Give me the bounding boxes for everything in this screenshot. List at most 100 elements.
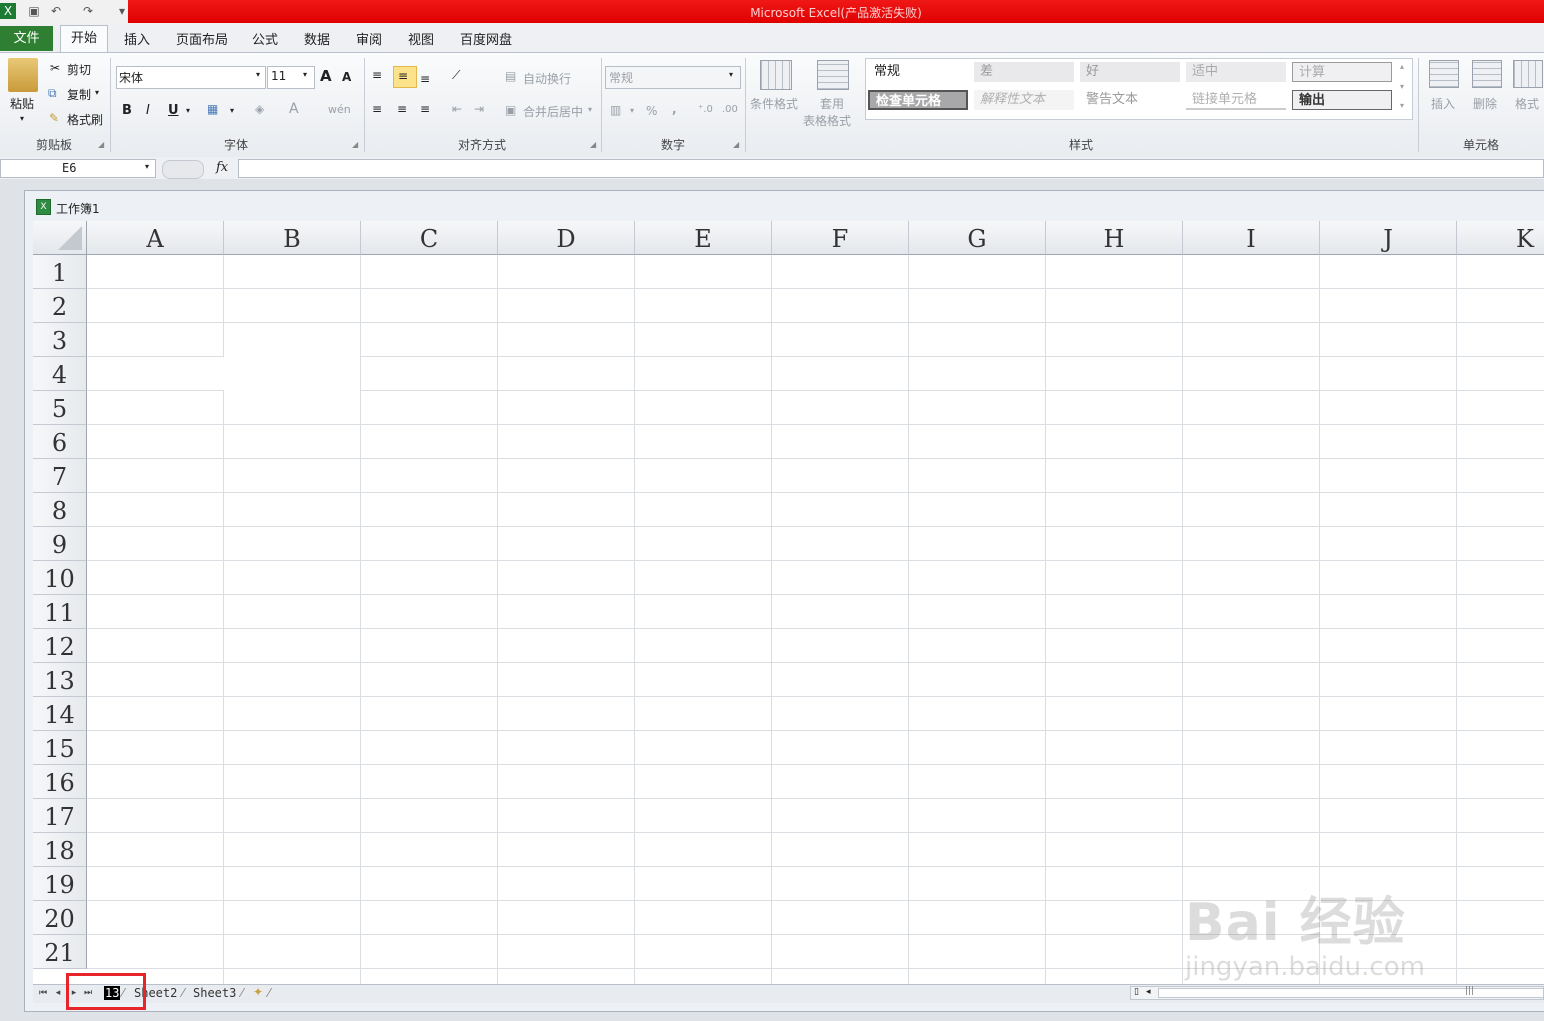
column-header-e[interactable]: E xyxy=(635,221,772,255)
row-header-20[interactable]: 20 xyxy=(33,901,87,935)
underline-dropdown-icon[interactable]: ▾ xyxy=(186,106,190,115)
border-dropdown-icon[interactable]: ▾ xyxy=(230,106,234,115)
sheet-tab-sheet3[interactable]: Sheet3 xyxy=(193,986,236,1000)
column-header-c[interactable]: C xyxy=(361,221,498,255)
wrap-text-icon[interactable]: ▤ xyxy=(505,69,516,83)
worksheet-grid[interactable]: ABCDEFGHIJK 1 2 3 4 5 6 7 8 9 10 11 12 13 14 15 16 17 18 1… xyxy=(33,221,1544,984)
style-check-cell[interactable]: 检查单元格 xyxy=(868,90,968,110)
row-header-10[interactable]: 10 xyxy=(33,561,87,595)
delete-cells-icon[interactable] xyxy=(1472,60,1502,88)
tab-file[interactable]: 文件 xyxy=(0,26,53,51)
tab-view[interactable]: 视图 xyxy=(408,29,434,48)
conditional-format-button[interactable]: 条件格式 xyxy=(750,95,798,112)
border-icon[interactable]: ▦ xyxy=(207,102,218,116)
wrap-text-button[interactable]: 自动换行 xyxy=(523,70,571,87)
font-size-dropdown-icon[interactable]: ▾ xyxy=(303,70,307,79)
tab-data[interactable]: 数据 xyxy=(304,29,330,48)
save-icon[interactable]: ▣ xyxy=(26,3,42,19)
comma-button[interactable]: , xyxy=(672,102,677,116)
insert-function-button[interactable]: fx xyxy=(216,160,228,175)
style-warning-text[interactable]: 警告文本 xyxy=(1080,90,1180,110)
row-header-12[interactable]: 12 xyxy=(33,629,87,663)
bold-button[interactable]: B xyxy=(122,103,132,118)
merge-center-icon[interactable]: ▣ xyxy=(505,103,516,117)
tab-insert[interactable]: 插入 xyxy=(124,29,150,48)
copy-button[interactable]: 复制 xyxy=(67,86,91,103)
align-center-icon[interactable]: ≡ xyxy=(397,102,407,116)
font-name-dropdown-icon[interactable]: ▾ xyxy=(256,70,260,79)
style-linked-cell[interactable]: 链接单元格 xyxy=(1186,90,1286,110)
name-box[interactable] xyxy=(0,159,156,178)
cell-a4[interactable] xyxy=(88,357,224,390)
copy-dropdown-icon[interactable]: ▾ xyxy=(95,88,99,97)
cut-button[interactable]: 剪切 xyxy=(67,61,91,78)
row-header-1[interactable]: 1 xyxy=(33,255,87,289)
underline-button[interactable]: U xyxy=(168,103,179,118)
tab-page-layout[interactable]: 页面布局 xyxy=(176,29,228,48)
column-header-d[interactable]: D xyxy=(498,221,635,255)
column-header-g[interactable]: G xyxy=(909,221,1046,255)
style-neutral[interactable]: 适中 xyxy=(1186,62,1286,82)
accounting-format-icon[interactable]: ▥ xyxy=(610,103,621,117)
format-as-table-label-1[interactable]: 套用 xyxy=(820,95,844,112)
accounting-dropdown-icon[interactable]: ▾ xyxy=(630,106,634,115)
row-header-2[interactable]: 2 xyxy=(33,289,87,323)
merge-center-button[interactable]: 合并后居中 xyxy=(523,103,583,120)
grow-font-button[interactable]: A xyxy=(320,67,332,85)
column-header-b[interactable]: B xyxy=(224,221,361,255)
style-calculation[interactable]: 计算 xyxy=(1292,62,1392,82)
style-explanatory-text[interactable]: 解释性文本 xyxy=(974,90,1074,110)
gallery-scroll-up-icon[interactable]: ▴ xyxy=(1400,62,1404,71)
style-output[interactable]: 输出 xyxy=(1292,90,1392,110)
column-header-h[interactable]: H xyxy=(1046,221,1183,255)
row-header-21[interactable]: 21 xyxy=(33,935,87,969)
decrease-decimal-icon[interactable]: .00 xyxy=(722,104,738,115)
format-painter-button[interactable]: 格式刷 xyxy=(67,111,103,128)
font-color-button[interactable]: A xyxy=(289,101,299,117)
column-header-f[interactable]: F xyxy=(772,221,909,255)
paste-button[interactable]: 粘贴 xyxy=(10,95,34,112)
row-header-5[interactable]: 5 xyxy=(33,391,87,425)
number-format-dropdown-icon[interactable]: ▾ xyxy=(729,70,733,79)
tab-formulas[interactable]: 公式 xyxy=(252,29,278,48)
shrink-font-button[interactable]: A xyxy=(342,70,351,84)
format-painter-icon[interactable]: ✎ xyxy=(49,111,59,125)
align-right-icon[interactable]: ≡ xyxy=(420,102,430,116)
fill-color-icon[interactable]: ◈ xyxy=(255,102,264,116)
row-header-11[interactable]: 11 xyxy=(33,595,87,629)
align-bottom-icon[interactable]: ≡ xyxy=(420,72,430,86)
decrease-indent-icon[interactable]: ⇤ xyxy=(452,102,462,116)
tab-home[interactable]: 开始 xyxy=(60,25,108,53)
format-cells-icon[interactable] xyxy=(1513,60,1543,88)
italic-button[interactable]: I xyxy=(146,103,150,118)
insert-cells-button[interactable]: 插入 xyxy=(1431,95,1455,112)
scroll-left-icon[interactable]: ◂ xyxy=(1146,987,1151,997)
row-header-7[interactable]: 7 xyxy=(33,459,87,493)
delete-cells-button[interactable]: 删除 xyxy=(1473,95,1497,112)
column-header-k[interactable]: K xyxy=(1457,221,1544,255)
row-header-3[interactable]: 3 xyxy=(33,323,87,357)
conditional-format-icon[interactable] xyxy=(760,60,792,90)
insert-cells-icon[interactable] xyxy=(1429,60,1459,88)
clipboard-dialog-launcher-icon[interactable]: ◢ xyxy=(98,140,104,149)
merge-dropdown-icon[interactable]: ▾ xyxy=(588,105,592,114)
percent-button[interactable]: % xyxy=(646,104,657,118)
insert-sheet-icon[interactable]: ✦ xyxy=(253,985,263,999)
column-header-j[interactable]: J xyxy=(1320,221,1457,255)
row-header-18[interactable]: 18 xyxy=(33,833,87,867)
column-header-i[interactable]: I xyxy=(1183,221,1320,255)
copy-icon[interactable]: ⧉ xyxy=(48,86,57,101)
undo-icon[interactable]: ↶ xyxy=(48,3,64,19)
row-header-9[interactable]: 9 xyxy=(33,527,87,561)
gallery-more-icon[interactable]: ▾ xyxy=(1400,101,1404,110)
row-header-14[interactable]: 14 xyxy=(33,697,87,731)
alignment-dialog-launcher-icon[interactable]: ◢ xyxy=(590,140,596,149)
format-as-table-label-2[interactable]: 表格格式 xyxy=(803,112,851,129)
row-header-15[interactable]: 15 xyxy=(33,731,87,765)
align-left-icon[interactable]: ≡ xyxy=(372,102,382,116)
scrollbar-thumb[interactable] xyxy=(1158,988,1544,998)
format-cells-button[interactable]: 格式 xyxy=(1515,95,1539,112)
paste-icon[interactable] xyxy=(8,58,38,92)
style-normal[interactable]: 常规 xyxy=(868,62,968,82)
row-header-6[interactable]: 6 xyxy=(33,425,87,459)
